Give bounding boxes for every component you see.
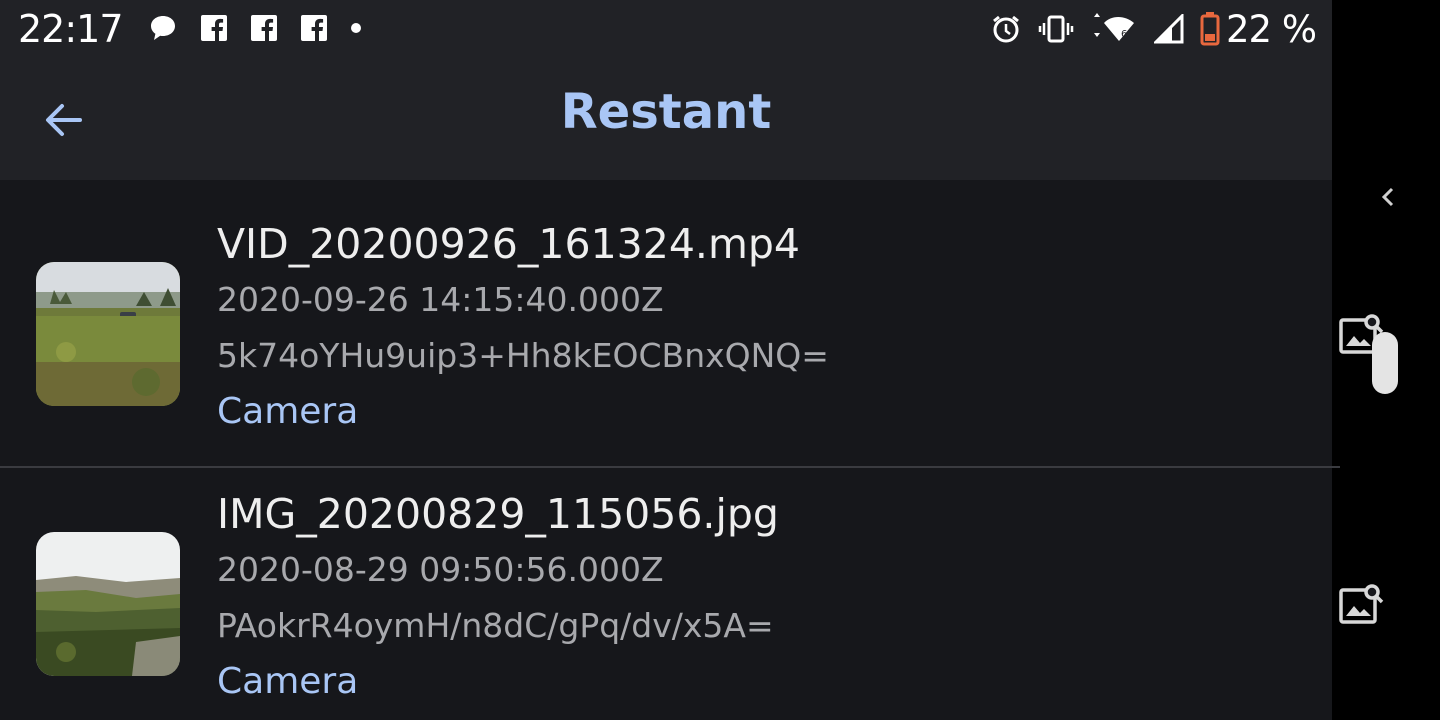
image-search-button[interactable] <box>1336 580 1386 630</box>
svg-text:6: 6 <box>1121 29 1127 40</box>
battery-percent: 22 % <box>1226 8 1317 51</box>
battery-low-icon <box>1200 12 1220 46</box>
screen: 22:17 6 22 % Restant VID_20200926_161324… <box>0 0 1440 720</box>
file-date: 2020-09-26 14:15:40.000Z <box>217 280 664 319</box>
status-bar: 22:17 6 22 % <box>0 0 1332 62</box>
image-search-icon <box>1339 584 1384 624</box>
file-hash: 5k74oYHu9uip3+Hh8kEOCBnxQNQ= <box>217 336 829 375</box>
alarm-icon <box>990 13 1022 45</box>
file-album: Camera <box>217 661 359 702</box>
system-icons: 6 <box>990 12 1236 46</box>
facebook-icon <box>250 14 278 42</box>
file-album: Camera <box>217 391 359 432</box>
facebook-icon <box>300 14 328 42</box>
facebook-icon <box>200 14 228 42</box>
file-list: VID_20200926_161324.mp4 2020-09-26 14:15… <box>0 180 1384 720</box>
chevron-left-icon <box>1381 187 1394 207</box>
file-name: IMG_20200829_115056.jpg <box>217 490 779 538</box>
item-details: IMG_20200829_115056.jpg 2020-08-29 09:50… <box>217 486 779 710</box>
field-with-trees-thumbnail <box>36 262 180 406</box>
item-details: VID_20200926_161324.mp4 2020-09-26 14:15… <box>217 216 829 440</box>
wifi-icon: 6 <box>1090 13 1138 45</box>
list-item[interactable]: VID_20200926_161324.mp4 2020-09-26 14:15… <box>0 180 1384 450</box>
list-item[interactable]: IMG_20200829_115056.jpg 2020-08-29 09:50… <box>0 468 1384 720</box>
file-date: 2020-08-29 09:50:56.000Z <box>217 550 664 589</box>
scrollbar-thumb[interactable] <box>1372 332 1398 394</box>
edge-panel-handle[interactable] <box>1376 180 1400 214</box>
status-time: 22:17 <box>18 7 124 51</box>
message-bubble-icon <box>148 13 178 43</box>
valley-landscape-thumbnail <box>36 532 180 676</box>
app-bar: Restant <box>0 62 1332 180</box>
file-name: VID_20200926_161324.mp4 <box>217 220 800 268</box>
vibrate-icon <box>1038 13 1074 45</box>
file-hash: PAokrR4oymH/n8dC/gPq/dv/x5A= <box>217 606 774 645</box>
signal-icon <box>1154 14 1184 44</box>
notification-icons <box>148 13 384 43</box>
dot-icon <box>350 22 362 34</box>
page-title: Restant <box>560 84 772 140</box>
